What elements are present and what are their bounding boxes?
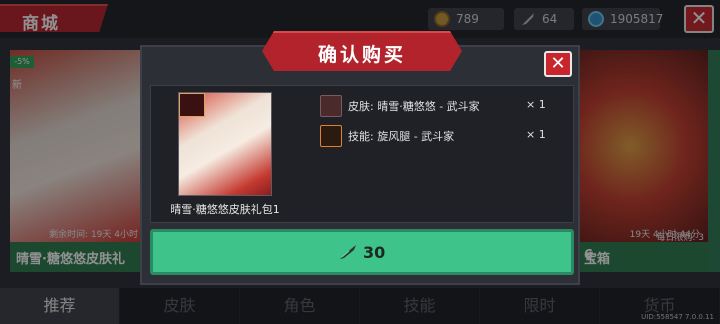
list-item: 技能: 旋风腿 - 武斗家 × 1 bbox=[320, 125, 556, 147]
dialog-title: 确认购买 bbox=[317, 44, 406, 66]
buy-button[interactable]: 30 bbox=[150, 229, 574, 275]
dialog-close-button[interactable]: ✕ bbox=[544, 51, 572, 77]
item-label: 皮肤: 晴雪·糖悠悠 - 武斗家 bbox=[348, 100, 480, 113]
list-item: 皮肤: 晴雪·糖悠悠 - 武斗家 × 1 bbox=[320, 95, 556, 117]
item-quantity: × 1 bbox=[526, 98, 546, 111]
item-quantity: × 1 bbox=[526, 128, 546, 141]
skill-thumbnail-icon bbox=[179, 93, 205, 117]
pack-name: 晴雪·糖悠悠皮肤礼包1 bbox=[170, 203, 280, 216]
buy-price: 30 bbox=[363, 243, 386, 262]
confirm-purchase-dialog: 确认购买 ✕ 晴雪·糖悠悠皮肤礼包1 皮肤: 晴雪·糖悠悠 - 武斗家 × 1 … bbox=[140, 31, 580, 285]
skin-icon bbox=[320, 95, 342, 117]
dialog-title-banner: 确认购买 bbox=[262, 31, 462, 71]
pack-image bbox=[178, 92, 272, 196]
feather-icon bbox=[340, 245, 356, 259]
item-label: 技能: 旋风腿 - 武斗家 bbox=[348, 130, 455, 143]
skill-icon bbox=[320, 125, 342, 147]
shop-screen: 商城 789 64 1905817 ✕ -5% 新 剩余时间: 19天 4小时 … bbox=[0, 0, 720, 324]
